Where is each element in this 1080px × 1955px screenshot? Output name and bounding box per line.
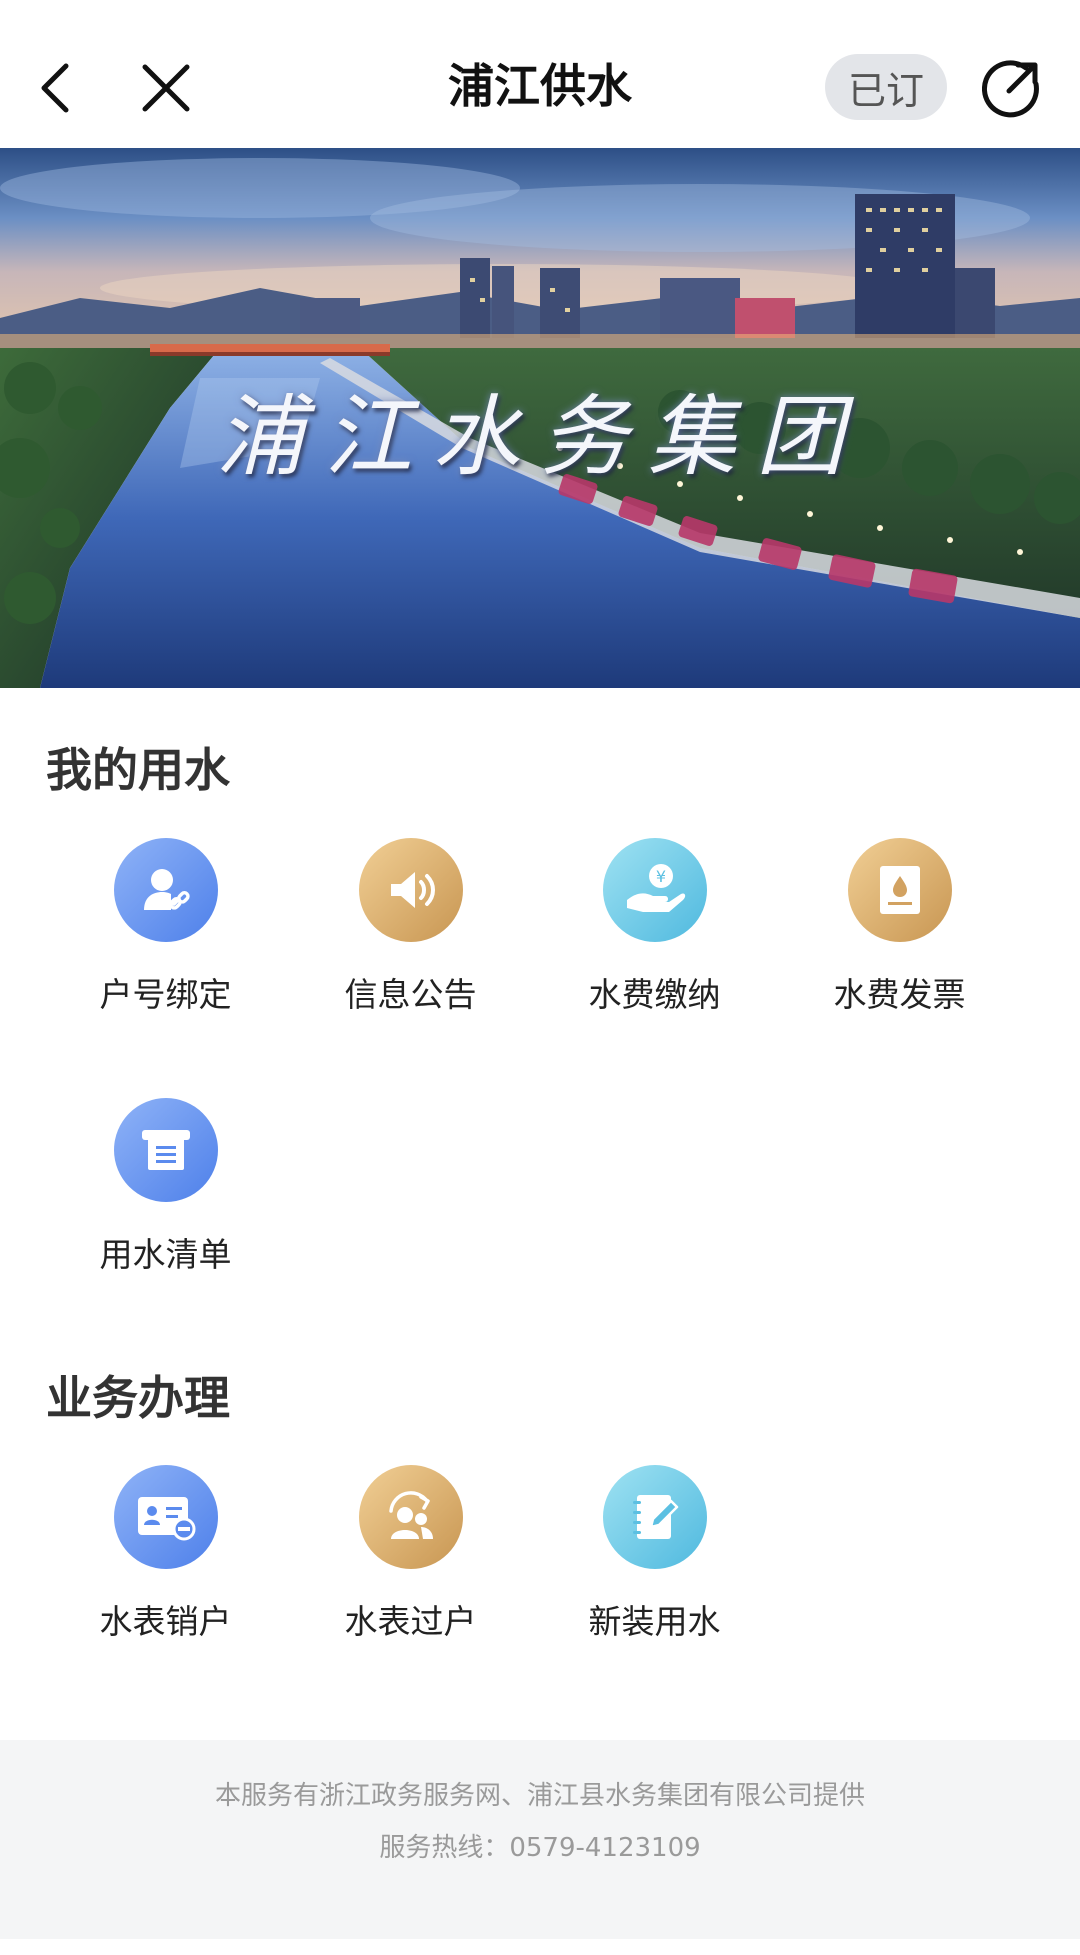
tile-label: 水费缴纳	[588, 975, 721, 1014]
account-link-icon	[113, 838, 218, 942]
section-title-business: 业务办理	[46, 1371, 230, 1425]
tile-label: 水表销户	[99, 1602, 232, 1641]
payment-hand-icon: ¥	[602, 838, 707, 942]
tile-usage-list[interactable]: 用水清单	[43, 1098, 288, 1278]
share-button[interactable]	[972, 44, 1052, 132]
megaphone-icon	[358, 838, 463, 942]
tile-account-binding[interactable]: 户号绑定	[43, 838, 288, 1018]
svg-text:¥: ¥	[655, 867, 665, 886]
footer: 本服务有浙江政务服务网、浦江县水务集团有限公司提供 服务热线：0579-4123…	[0, 1740, 1080, 1939]
tile-label: 新装用水	[588, 1602, 721, 1641]
tile-label: 用水清单	[99, 1235, 232, 1274]
tile-label: 户号绑定	[99, 975, 232, 1014]
subscribed-button[interactable]: 已订	[825, 54, 947, 120]
tile-new-installation[interactable]: 新装用水	[532, 1465, 777, 1645]
new-install-icon	[602, 1465, 707, 1569]
provider-text: 本服务有浙江政务服务网、浦江县水务集团有限公司提供	[214, 1781, 865, 1811]
invoice-icon	[847, 838, 952, 942]
banner-caption: 浦江水务集团	[215, 385, 864, 488]
tile-water-payment[interactable]: ¥ 水费缴纳	[532, 838, 777, 1018]
transfer-user-icon	[358, 1465, 463, 1569]
meter-cancel-icon	[113, 1465, 218, 1569]
bill-list-icon	[113, 1098, 218, 1202]
tile-label: 水费发票	[833, 975, 966, 1014]
share-arrow-icon	[982, 60, 1039, 118]
banner-image: 浦江水务集团	[0, 148, 1080, 688]
tile-label: 水表过户	[344, 1602, 477, 1641]
tile-label: 信息公告	[344, 975, 477, 1014]
tile-meter-transfer[interactable]: 水表过户	[288, 1465, 533, 1645]
top-navbar: 浦江供水 已订	[0, 0, 1080, 148]
tile-water-invoice[interactable]: 水费发票	[777, 838, 1022, 1018]
tile-meter-cancellation[interactable]: 水表销户	[43, 1465, 288, 1645]
section-title-my-water: 我的用水	[46, 743, 230, 797]
tile-announcements[interactable]: 信息公告	[288, 838, 533, 1018]
hotline-text[interactable]: 服务热线：0579-4123109	[0, 1830, 1080, 1866]
